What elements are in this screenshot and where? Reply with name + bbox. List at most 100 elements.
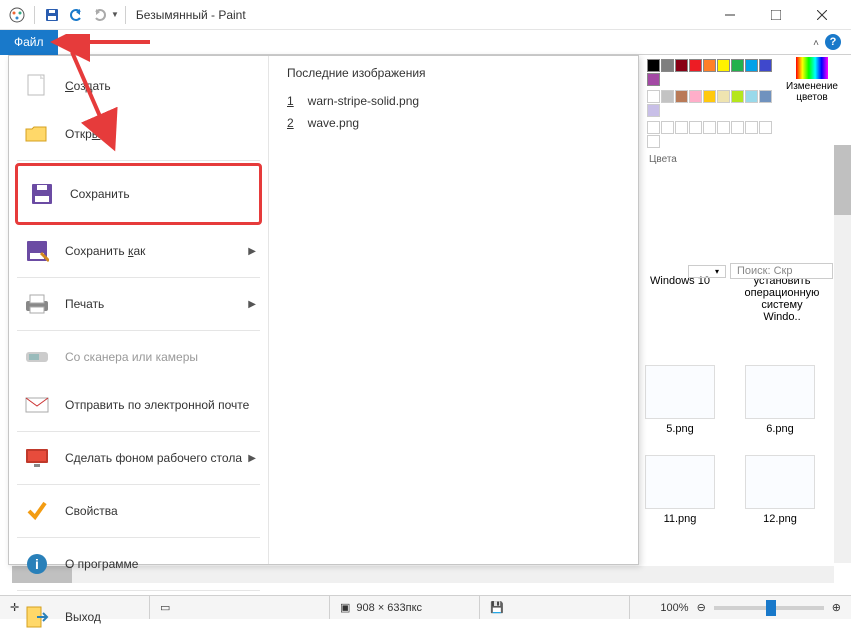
maximize-button[interactable] [753, 0, 799, 30]
menu-create[interactable]: Создать [9, 62, 268, 110]
color-swatch[interactable] [689, 59, 702, 72]
zoom-slider[interactable] [714, 606, 824, 610]
color-swatch-empty[interactable] [717, 121, 730, 134]
save-icon[interactable] [41, 4, 63, 26]
save-icon [28, 180, 56, 208]
monitor-icon [23, 444, 51, 472]
color-swatch[interactable] [731, 90, 744, 103]
color-swatch-empty[interactable] [759, 121, 772, 134]
menu-save-as[interactable]: Сохранить как ▶ [9, 227, 268, 275]
menu-print[interactable]: Печать ▶ [9, 280, 268, 328]
color-swatch[interactable] [717, 59, 730, 72]
new-file-icon [23, 72, 51, 100]
color-swatch[interactable] [745, 90, 758, 103]
color-swatch-empty[interactable] [675, 121, 688, 134]
menu-create-label: оздать [74, 79, 111, 93]
background-explorer: Windows 10 установить операционную систе… [640, 275, 833, 525]
menu-save[interactable]: Сохранить [15, 163, 262, 225]
chevron-right-icon: ▶ [248, 246, 256, 257]
menu-save-label: Сохранить [70, 187, 130, 201]
color-swatch-empty[interactable] [703, 121, 716, 134]
menu-wallpaper[interactable]: Сделать фоном рабочего стола ▶ [9, 434, 268, 482]
file-menu-commands: Создать Открыть Сохранить Сохранить как … [9, 56, 269, 564]
menu-scanner-label: Со сканера или камеры [65, 350, 198, 364]
color-swatch-empty[interactable] [689, 121, 702, 134]
menu-scanner[interactable]: Со сканера или камеры [9, 333, 268, 381]
color-swatch[interactable] [647, 73, 660, 86]
color-swatch[interactable] [703, 90, 716, 103]
color-swatch[interactable] [717, 90, 730, 103]
color-swatch[interactable] [661, 90, 674, 103]
file-thumb[interactable]: 11.png [640, 455, 720, 525]
printer-icon [23, 290, 51, 318]
undo-icon[interactable] [65, 4, 87, 26]
color-palette-row3 [641, 117, 781, 148]
checkmark-icon [23, 497, 51, 525]
scanner-icon [23, 343, 51, 371]
color-swatch[interactable] [731, 59, 744, 72]
file-menu: Создать Открыть Сохранить Сохранить как … [8, 55, 639, 565]
zoom-in-button[interactable]: ⊕ [832, 601, 841, 614]
menu-open[interactable]: Открыть [9, 110, 268, 158]
rainbow-icon [796, 57, 828, 79]
color-swatch-empty[interactable] [647, 135, 660, 148]
menu-email[interactable]: Отправить по электронной почте [9, 381, 268, 429]
open-folder-icon [23, 120, 51, 148]
color-swatch[interactable] [647, 59, 660, 72]
save-as-icon [23, 237, 51, 265]
folder-label[interactable]: Windows 10 [640, 275, 720, 323]
exit-icon [23, 603, 51, 631]
help-icon[interactable]: ? [825, 34, 841, 50]
menu-print-label: Печать [65, 297, 104, 311]
chevron-right-icon: ▶ [248, 299, 256, 310]
color-swatch[interactable] [675, 90, 688, 103]
menu-wallpaper-label: Сделать фоном рабочего стола [65, 451, 242, 465]
recent-file-item[interactable]: 2 wave.png [287, 112, 620, 134]
color-swatch-empty[interactable] [661, 121, 674, 134]
color-swatch[interactable] [675, 59, 688, 72]
edit-colors-button[interactable]: Изменение цветов [781, 55, 843, 103]
color-palette-row2 [641, 86, 781, 117]
zoom-level: 100% [660, 602, 688, 614]
color-swatch[interactable] [689, 90, 702, 103]
color-swatch-empty[interactable] [647, 121, 660, 134]
menu-exit[interactable]: Выход [9, 593, 268, 641]
edit-colors-label: Изменение цветов [786, 81, 838, 103]
color-palette-row1 [641, 55, 781, 86]
recent-file-item[interactable]: 1 warn-stripe-solid.png [287, 90, 620, 112]
canvas-dimensions: 908 × 633пкс [356, 602, 422, 614]
color-swatch[interactable] [745, 59, 758, 72]
color-swatch-empty[interactable] [745, 121, 758, 134]
email-icon [23, 391, 51, 419]
svg-text:i: i [35, 556, 39, 572]
color-swatch[interactable] [703, 59, 716, 72]
menu-about-label: О программе [65, 557, 138, 571]
color-swatch[interactable] [759, 59, 772, 72]
file-thumb[interactable]: 6.png [740, 365, 820, 435]
file-tab[interactable]: Файл [0, 30, 58, 55]
menu-about[interactable]: i О программе [9, 540, 268, 588]
ribbon-collapse-icon[interactable]: ˄ [813, 38, 819, 49]
recent-files-title: Последние изображения [287, 66, 620, 80]
redo-icon[interactable] [89, 4, 111, 26]
view-dropdown[interactable]: ▾ [688, 265, 726, 278]
menu-properties[interactable]: Свойства [9, 487, 268, 535]
menu-properties-label: Свойства [65, 504, 118, 518]
vertical-scrollbar[interactable] [834, 145, 851, 563]
file-thumb[interactable]: 5.png [640, 365, 720, 435]
color-swatch[interactable] [647, 104, 660, 117]
color-swatch[interactable] [661, 59, 674, 72]
color-swatch-empty[interactable] [731, 121, 744, 134]
titlebar: ▼ Безымянный - Paint [0, 0, 851, 30]
folder-label[interactable]: установить операционную систему Windo.. [742, 275, 822, 323]
menu-email-label: Отправить по электронной почте [65, 398, 249, 412]
search-input[interactable]: Поиск: Скр [730, 263, 833, 279]
chevron-right-icon: ▶ [248, 453, 256, 464]
zoom-out-button[interactable]: ⊖ [697, 601, 706, 614]
color-swatch[interactable] [759, 90, 772, 103]
color-swatch[interactable] [647, 90, 660, 103]
file-thumb[interactable]: 12.png [740, 455, 820, 525]
minimize-button[interactable] [707, 0, 753, 30]
paint-logo-icon[interactable] [6, 4, 28, 26]
close-button[interactable] [799, 0, 845, 30]
